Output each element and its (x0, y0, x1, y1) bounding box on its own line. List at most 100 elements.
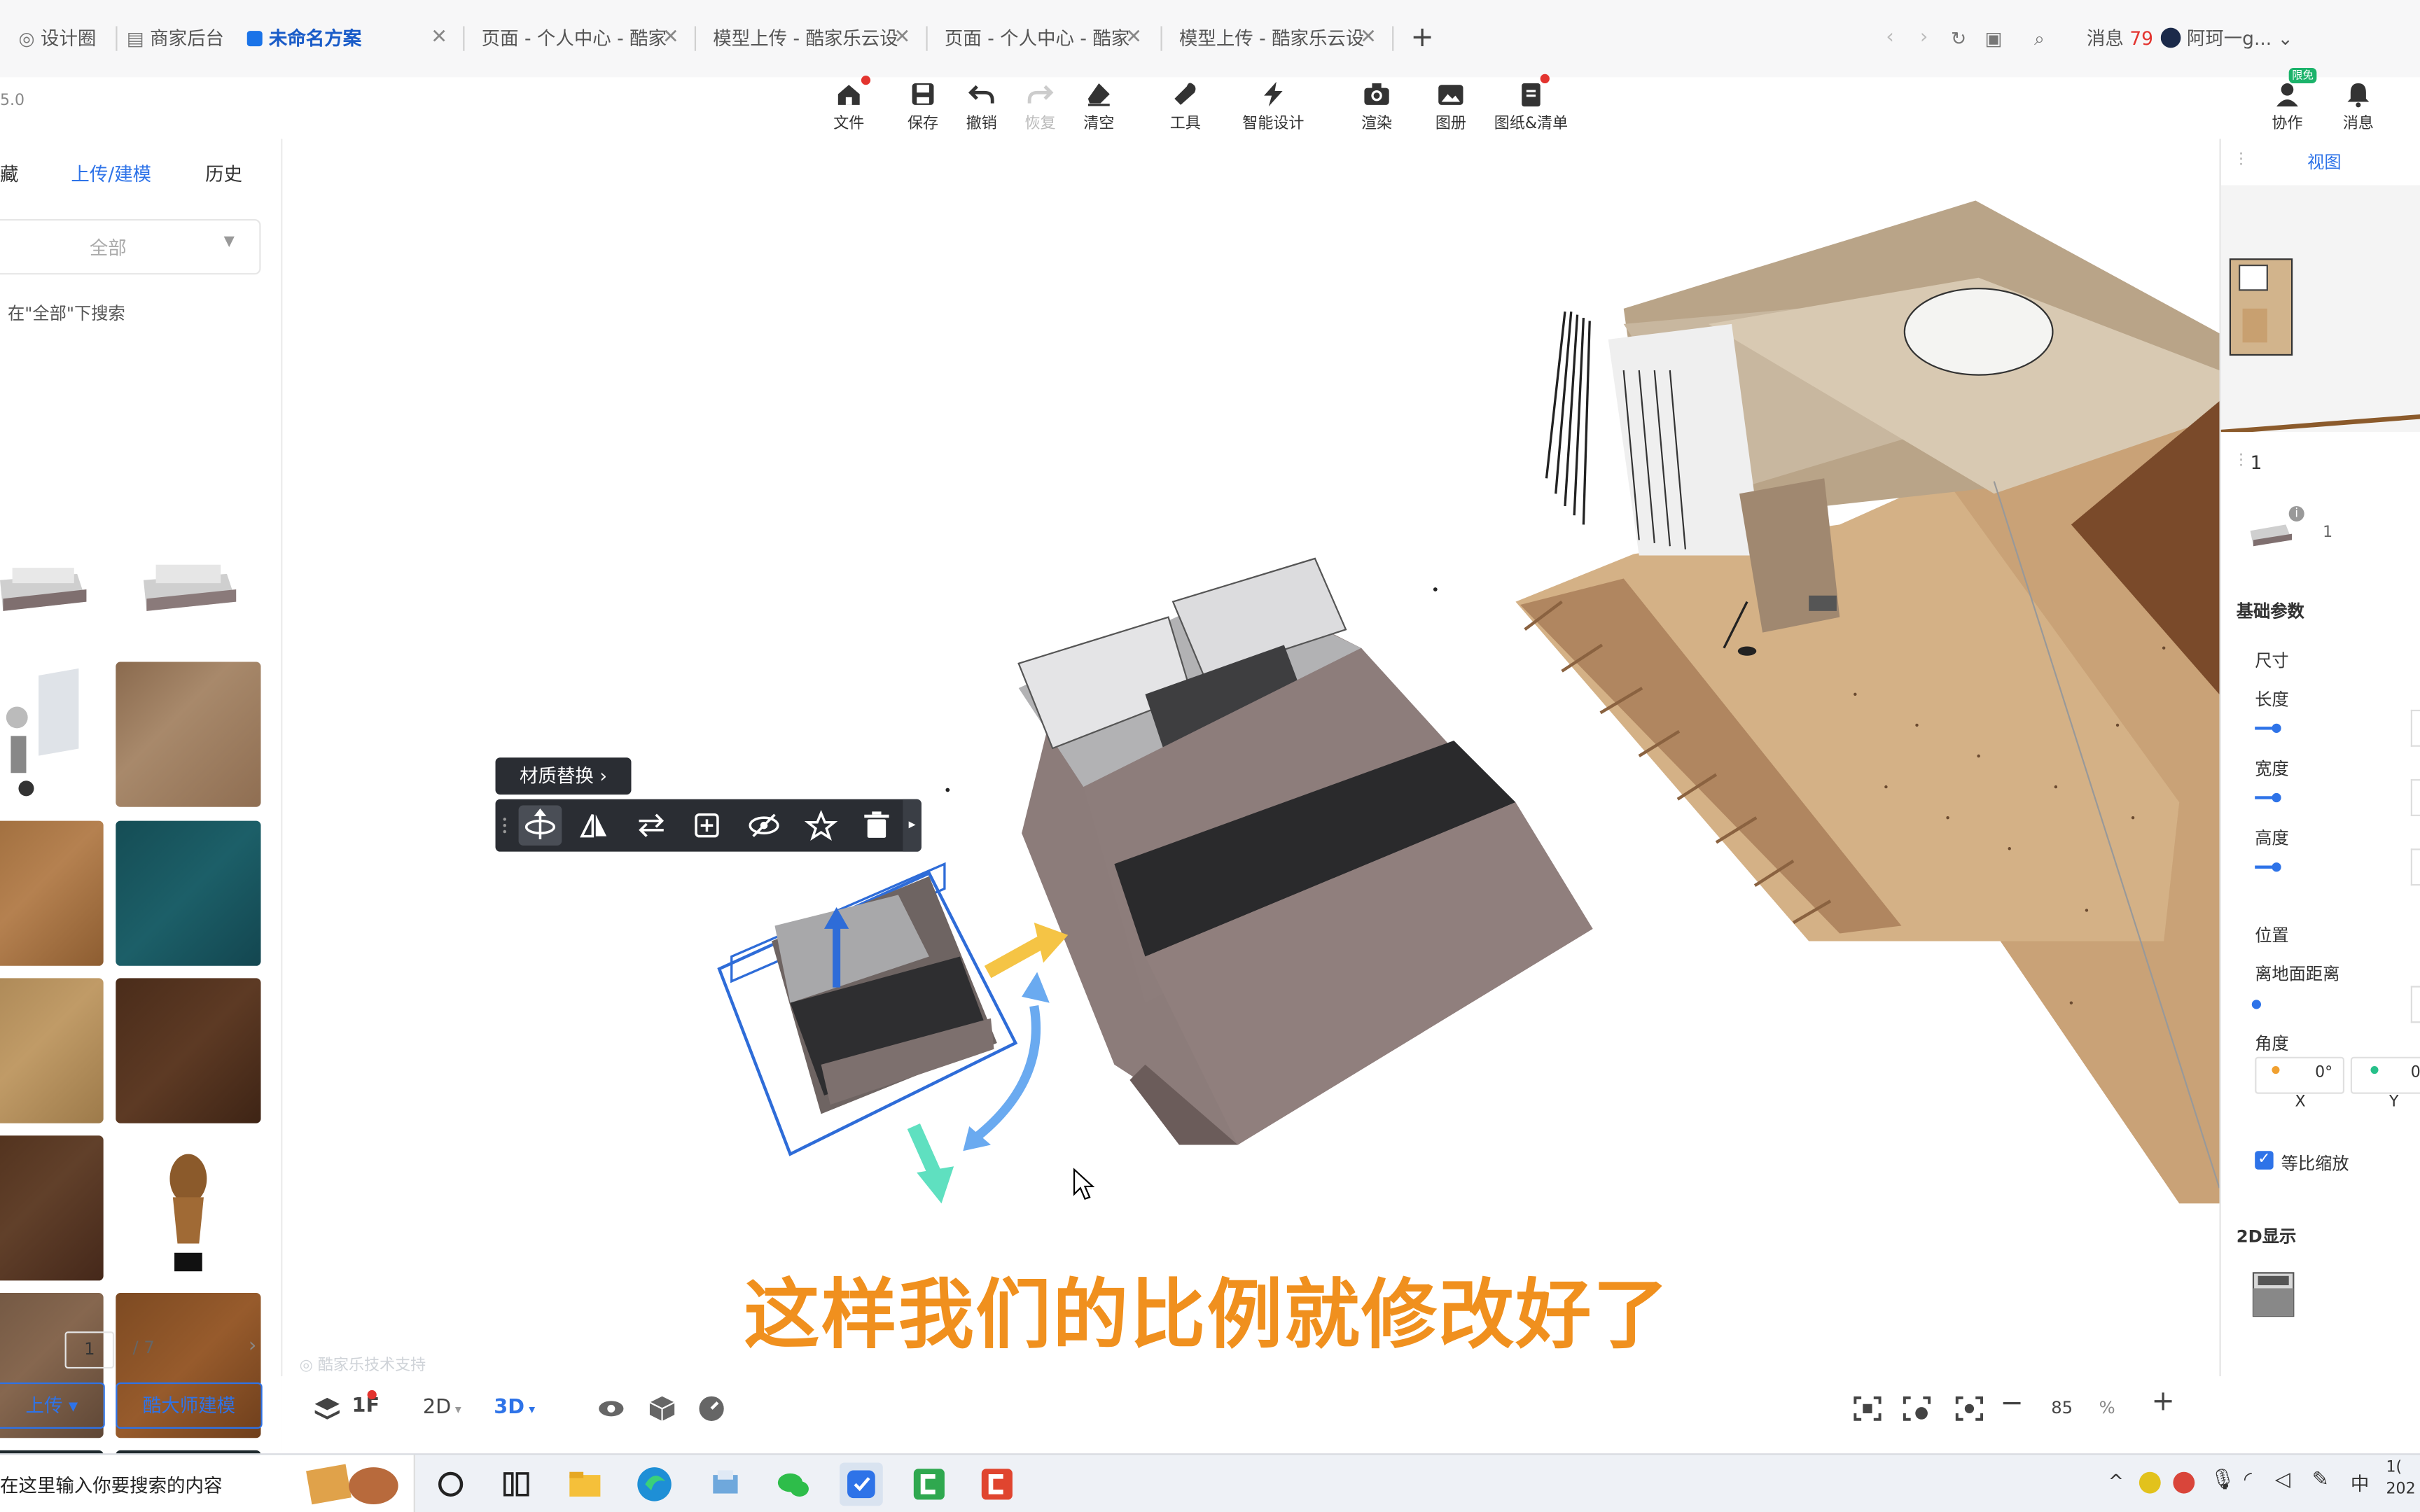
width-input[interactable] (2410, 779, 2420, 816)
view-tab[interactable]: 视图 (2307, 150, 2341, 174)
undo-button[interactable]: 撤销 (947, 77, 1015, 139)
hide-tool-button[interactable] (747, 810, 781, 841)
expand-toolbar-icon[interactable]: ▸ (903, 799, 922, 852)
close-icon[interactable]: ✕ (431, 0, 447, 77)
save-button[interactable]: 保存 (889, 77, 957, 139)
redo-button[interactable]: 恢复 (1006, 77, 1074, 139)
selected-item-thumb[interactable] (2246, 512, 2295, 550)
volume-icon[interactable]: ◁ (2275, 1469, 2290, 1492)
camtasia-green-icon[interactable] (908, 1462, 951, 1506)
selected-bed-model[interactable] (717, 862, 1018, 1156)
mirror-tool-button[interactable] (577, 810, 611, 841)
drawings-list-button[interactable]: 图纸&清单 (1488, 74, 1574, 139)
tab-model-upload-2[interactable]: 模型上传 - 酷家乐云设 ✕ (1179, 0, 1377, 77)
angle-x-input[interactable]: 0° (2255, 1056, 2345, 1094)
render-button[interactable]: 渲染 (1343, 77, 1411, 139)
tab-design-circle[interactable]: ◎ 设计圈 (18, 0, 111, 77)
close-icon[interactable]: ✕ (1125, 0, 1142, 77)
cube-icon[interactable] (648, 1395, 676, 1423)
move-tool-button[interactable] (518, 805, 562, 846)
camtasia-red-icon[interactable] (975, 1462, 1019, 1506)
multitask-icon[interactable] (494, 1462, 537, 1506)
material-thumb-wood-oak[interactable] (0, 820, 104, 966)
info-icon[interactable]: i (2288, 505, 2304, 522)
close-icon[interactable]: ✕ (662, 0, 679, 77)
search-scope-hint[interactable]: 在"全部"下搜索 (8, 301, 125, 326)
gauge-icon[interactable] (697, 1395, 725, 1423)
material-thumb-wood-maple[interactable] (0, 978, 104, 1124)
layers-icon[interactable] (312, 1395, 342, 1426)
angle-y-input[interactable]: 0 (2350, 1056, 2420, 1094)
fit-screen-icon[interactable] (1852, 1395, 1883, 1423)
zoom-out-button[interactable]: − (2001, 1387, 2024, 1419)
tab-upload-model[interactable]: 上传/建模 (71, 160, 151, 186)
tab-collection[interactable]: 藏 (0, 160, 18, 186)
ime-indicator[interactable]: 中 (2351, 1471, 2369, 1497)
minimap[interactable] (2220, 185, 2420, 435)
zoom-in-button[interactable]: + (2152, 1385, 2175, 1418)
tab-history[interactable]: 历史 (205, 160, 242, 186)
tab-personal-center[interactable]: 页面 - 个人中心 - 酷家 ✕ (482, 0, 679, 77)
tray-app-icon[interactable] (2139, 1471, 2161, 1494)
focus-icon[interactable] (1954, 1395, 1984, 1423)
user-menu[interactable]: 阿珂一g... ⌄ (2160, 0, 2290, 77)
material-thumb-wood-light[interactable] (116, 662, 261, 807)
gallery-button[interactable]: 图册 (1417, 77, 1484, 139)
back-icon[interactable]: ‹ (1886, 0, 1904, 77)
smart-design-button[interactable]: 智能设计 (1232, 77, 1315, 139)
next-page-icon[interactable]: › (249, 1335, 256, 1358)
mode-3d-button[interactable]: 3D ▾ (494, 1396, 535, 1420)
shield-app-icon[interactable] (840, 1462, 883, 1506)
tab-merchant-backend[interactable]: ▤ 商家后台 (127, 0, 235, 77)
pen-icon[interactable]: ✎ (2312, 1469, 2329, 1492)
screenshot-icon[interactable]: ▣ (1984, 0, 2006, 77)
material-replace-button[interactable]: 材质替换 › (495, 757, 632, 795)
microphone-icon[interactable]: 🎙 (2210, 1469, 2235, 1492)
height-input[interactable] (2410, 848, 2420, 886)
width-slider[interactable] (2255, 792, 2281, 803)
category-select[interactable]: 全部 ▼ (0, 218, 261, 275)
page-input[interactable]: 1 (64, 1331, 115, 1369)
refresh-icon[interactable]: ↻ (1951, 0, 1973, 77)
length-slider[interactable] (2255, 723, 2281, 733)
zoom-input[interactable]: 85 % (2031, 1392, 2124, 1425)
delete-tool-button[interactable] (860, 810, 893, 841)
length-input[interactable] (2410, 709, 2420, 747)
view-settings-icon[interactable] (1901, 1395, 1932, 1423)
tab-unnamed-plan[interactable]: 未命名方案 ✕ (246, 0, 447, 77)
task-view-icon[interactable] (429, 1462, 473, 1506)
material-thumb-wood-dark[interactable] (0, 1135, 104, 1281)
drag-handle-icon[interactable]: ⋮ (2233, 452, 2248, 469)
material-thumb-wood-walnut[interactable] (116, 978, 261, 1124)
tab-model-upload[interactable]: 模型上传 - 酷家乐云设 ✕ (713, 0, 910, 77)
master-model-button[interactable]: 酷大师建模 (116, 1382, 263, 1429)
copy-tool-button[interactable] (691, 810, 725, 841)
close-icon[interactable]: ✕ (1360, 0, 1377, 77)
model-thumb-decor[interactable] (0, 662, 104, 807)
notify-button[interactable]: 消息 (2324, 77, 2392, 139)
tab-personal-center-2[interactable]: 页面 - 个人中心 - 酷家 ✕ (945, 0, 1142, 77)
tray-app-icon-2[interactable] (2173, 1471, 2195, 1494)
drag-handle-icon[interactable] (500, 810, 509, 841)
floor-selector[interactable]: 1F (352, 1395, 380, 1418)
ground-offset-slider[interactable] (2251, 1000, 2262, 1009)
tray-expand-icon[interactable]: ^ (2108, 1471, 2124, 1492)
replace-tool-button[interactable] (634, 810, 668, 841)
clear-button[interactable]: 清空 (1065, 77, 1133, 139)
forward-icon[interactable]: › (1920, 0, 1938, 77)
wifi-icon[interactable]: ◜ (2244, 1469, 2252, 1492)
clock[interactable]: 1( 202 (2386, 1458, 2416, 1502)
messages-link[interactable]: 消息 79 (2087, 0, 2155, 77)
tools-button[interactable]: 工具 (1151, 77, 1219, 139)
model-thumb-bed-1[interactable] (0, 509, 115, 654)
proportional-checkbox[interactable]: ✓ (2255, 1151, 2274, 1170)
upload-button[interactable]: 上传 ▾ (0, 1382, 105, 1429)
eye-icon[interactable] (597, 1395, 625, 1423)
new-tab-button[interactable]: + (1411, 0, 1439, 77)
search-icon[interactable]: ⌕ (2034, 0, 2056, 77)
display-2d-thumb[interactable] (2248, 1270, 2298, 1320)
file-button[interactable]: 文件 (815, 76, 883, 139)
material-thumb-teal-fabric[interactable] (116, 820, 261, 966)
file-explorer-icon[interactable] (563, 1462, 606, 1506)
drag-handle-icon[interactable]: ⋮ (2233, 151, 2248, 168)
